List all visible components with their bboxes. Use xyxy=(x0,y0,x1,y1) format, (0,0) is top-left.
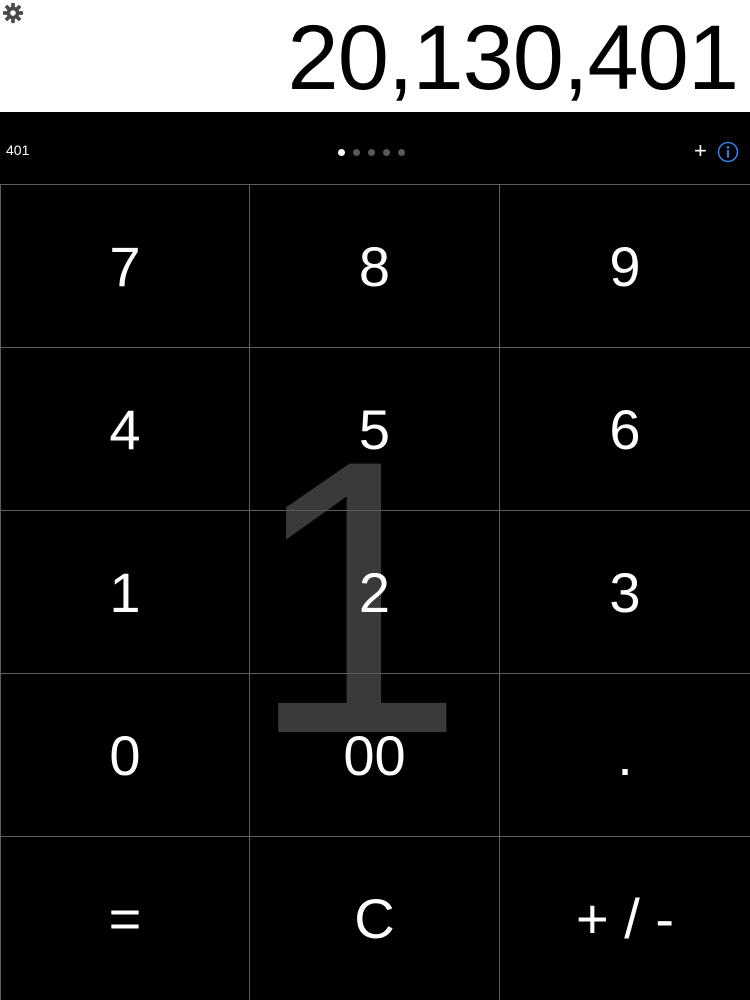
key-plus-minus[interactable]: + / - xyxy=(500,836,750,1000)
page-dot[interactable] xyxy=(338,149,345,156)
key-label: 6 xyxy=(609,397,641,461)
page-dot[interactable] xyxy=(368,149,375,156)
key-label: 4 xyxy=(109,397,141,461)
key-4[interactable]: 4 xyxy=(0,347,250,510)
key-0[interactable]: 0 xyxy=(0,673,250,836)
key-2[interactable]: 2 xyxy=(250,510,500,673)
key-label: 3 xyxy=(609,560,641,624)
key-label: C xyxy=(354,887,395,950)
display-panel: 20,130,401 xyxy=(0,0,750,112)
key-label: 0 xyxy=(109,723,141,787)
key-label: + / - xyxy=(575,887,675,950)
info-bar: 401 + xyxy=(0,112,750,184)
add-button[interactable]: + xyxy=(694,140,707,162)
info-icon[interactable] xyxy=(717,141,739,163)
key-00[interactable]: 00 xyxy=(250,673,500,836)
page-indicator[interactable] xyxy=(338,149,405,156)
key-clear[interactable]: C xyxy=(250,836,500,1000)
key-label: 5 xyxy=(358,397,391,461)
keypad: 7 8 9 4 5 6 1 2 3 0 00. = C + / - xyxy=(0,184,750,1000)
key-3[interactable]: 3 xyxy=(500,510,750,673)
key-equals[interactable]: = xyxy=(0,836,250,1000)
key-label: 9 xyxy=(609,234,641,298)
history-value: 401 xyxy=(6,142,30,158)
key-label: = xyxy=(108,887,142,950)
key-label: 2 xyxy=(358,560,391,624)
page-dot[interactable] xyxy=(383,149,390,156)
key-7[interactable]: 7 xyxy=(0,184,250,347)
key-decimal[interactable]: . xyxy=(500,673,750,836)
key-5[interactable]: 5 xyxy=(250,347,500,510)
gear-icon[interactable] xyxy=(2,2,24,24)
key-label: 7 xyxy=(109,234,141,298)
page-dot[interactable] xyxy=(398,149,405,156)
key-label: 00 xyxy=(343,723,406,787)
key-8[interactable]: 8 xyxy=(250,184,500,347)
key-1[interactable]: 1 xyxy=(0,510,250,673)
display-value: 20,130,401 xyxy=(287,7,739,109)
key-label: . xyxy=(617,723,633,787)
key-label: 8 xyxy=(358,234,391,298)
key-6[interactable]: 6 xyxy=(500,347,750,510)
key-label: 1 xyxy=(109,560,141,624)
page-dot[interactable] xyxy=(353,149,360,156)
key-9[interactable]: 9 xyxy=(500,184,750,347)
